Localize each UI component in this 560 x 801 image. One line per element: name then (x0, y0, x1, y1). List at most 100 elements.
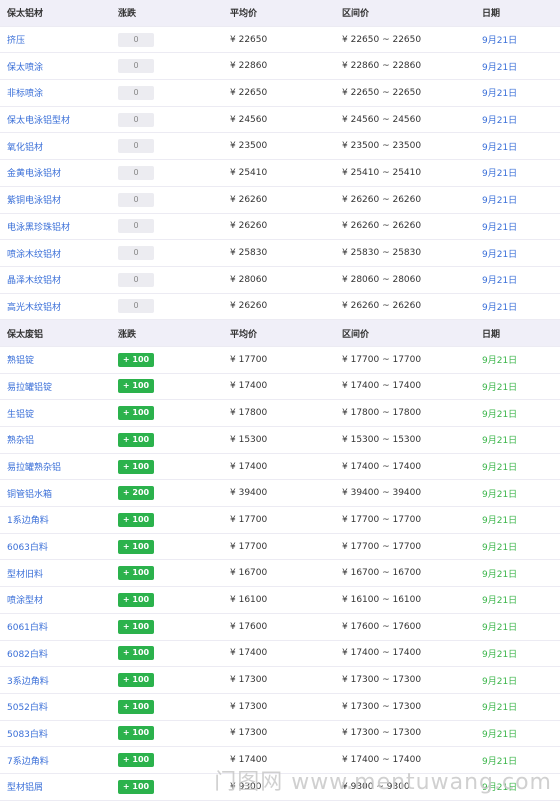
change-badge: 0 (118, 59, 154, 74)
cell-name: 5083白料 (0, 727, 118, 740)
date-link[interactable]: 9月21日 (482, 700, 560, 713)
date-link[interactable]: 9月21日 (482, 567, 560, 580)
header-range: 区间价 (342, 9, 370, 20)
date-link[interactable]: 9月21日 (482, 353, 560, 366)
item-name-link[interactable]: 挤压 (7, 36, 25, 46)
cell-change: + 100 (118, 592, 230, 607)
table-row: 保太喷涂 0 ¥ 22860 ¥ 22860 ~ 22860 9月21日 (0, 53, 560, 81)
table-row: 易拉罐熟杂铝 + 100 ¥ 17400 ¥ 17400 ~ 17400 9月21日 (0, 454, 560, 481)
date-link[interactable]: 9月21日 (482, 33, 560, 46)
item-name-link[interactable]: 喷涂型材 (7, 596, 43, 606)
item-name-link[interactable]: 型材铝屑 (7, 783, 43, 793)
item-name-link[interactable]: 金黄电泳铝材 (7, 169, 61, 179)
table-row: 挤压 0 ¥ 22650 ¥ 22650 ~ 22650 9月21日 (0, 27, 560, 54)
cell-name: 高光木纹铝材 (0, 300, 118, 313)
item-name-link[interactable]: 喷涂木纹铝材 (7, 250, 61, 260)
cell-name: 氧化铝材 (0, 140, 118, 153)
header-change: 涨跌 (118, 9, 137, 20)
range-price: ¥ 28060 ~ 28060 (342, 274, 422, 285)
cell-name: 保太电泳铝型材 (0, 113, 118, 126)
date-link[interactable]: 9月21日 (482, 247, 560, 260)
item-name-link[interactable]: 晶泽木纹铝材 (7, 276, 61, 286)
date-link[interactable]: 9月21日 (482, 407, 560, 420)
date-link[interactable]: 9月21日 (482, 380, 560, 393)
cell-name: 型材铝屑 (0, 780, 118, 793)
range-price: ¥ 17600 ~ 17600 (342, 621, 422, 632)
date-link[interactable]: 9月21日 (482, 166, 560, 179)
table-row: 生铝锭 + 100 ¥ 17800 ¥ 17800 ~ 17800 9月21日 (0, 400, 560, 427)
date-link[interactable]: 9月21日 (482, 140, 560, 153)
item-name-link[interactable]: 保太电泳铝型材 (7, 116, 70, 126)
item-name-link[interactable]: 5052白料 (7, 703, 48, 713)
item-name-link[interactable]: 6082白料 (7, 650, 48, 660)
date-link[interactable]: 9月21日 (482, 540, 560, 553)
date-link[interactable]: 9月21日 (482, 620, 560, 633)
table-row: 铜管铝水箱 + 200 ¥ 39400 ¥ 39400 ~ 39400 9月21日 (0, 480, 560, 508)
avg-price: ¥ 25830 (230, 248, 268, 259)
cell-change: + 100 (118, 619, 230, 634)
date-link[interactable]: 9月21日 (482, 674, 560, 687)
item-name-link[interactable]: 型材旧料 (7, 570, 43, 580)
cell-change: 0 (118, 165, 230, 180)
item-name-link[interactable]: 1系边角料 (7, 516, 49, 526)
table-row: 熟铝锭 + 100 ¥ 17700 ¥ 17700 ~ 17700 9月21日 (0, 347, 560, 374)
item-name-link[interactable]: 电泳黑珍珠铝材 (7, 223, 70, 233)
item-name-link[interactable]: 紫铜电泳铝材 (7, 196, 61, 206)
range-price: ¥ 22650 ~ 22650 (342, 34, 422, 45)
date-link[interactable]: 9月21日 (482, 273, 560, 286)
cell-change: 0 (118, 59, 230, 74)
range-price: ¥ 16700 ~ 16700 (342, 568, 422, 579)
date-link[interactable]: 9月21日 (482, 220, 560, 233)
item-name-link[interactable]: 7系边角料 (7, 757, 49, 767)
cell-change: + 100 (118, 406, 230, 421)
header-name: 保太铝材 (7, 9, 44, 20)
item-name-link[interactable]: 易拉罐铝锭 (7, 383, 52, 393)
item-name-link[interactable]: 高光木纹铝材 (7, 303, 61, 313)
cell-name: 6082白料 (0, 647, 118, 660)
avg-price: ¥ 17300 (230, 675, 268, 686)
cell-change: 0 (118, 32, 230, 47)
item-name-link[interactable]: 6063白料 (7, 543, 48, 553)
change-badge: + 100 (118, 512, 154, 527)
date-link[interactable]: 9月21日 (482, 513, 560, 526)
item-name-link[interactable]: 保太喷涂 (7, 63, 43, 73)
range-price: ¥ 24560 ~ 24560 (342, 114, 422, 125)
avg-price: ¥ 23500 (230, 141, 268, 152)
change-badge: 0 (118, 165, 154, 180)
table-row: 紫铜电泳铝材 0 ¥ 26260 ¥ 26260 ~ 26260 9月21日 (0, 187, 560, 214)
item-name-link[interactable]: 5083白料 (7, 730, 48, 740)
cell-change: + 100 (118, 352, 230, 367)
item-name-link[interactable]: 熟杂铝 (7, 436, 34, 446)
date-link[interactable]: 9月21日 (482, 593, 560, 606)
cell-change: + 100 (118, 646, 230, 661)
item-name-link[interactable]: 熟铝锭 (7, 356, 34, 366)
date-link[interactable]: 9月21日 (482, 487, 560, 500)
date-link[interactable]: 9月21日 (482, 647, 560, 660)
item-name-link[interactable]: 3系边角料 (7, 677, 49, 687)
date-link[interactable]: 9月21日 (482, 86, 560, 99)
date-link[interactable]: 9月21日 (482, 60, 560, 73)
item-name-link[interactable]: 氧化铝材 (7, 143, 43, 153)
date-link[interactable]: 9月21日 (482, 113, 560, 126)
change-badge: + 100 (118, 699, 154, 714)
date-link[interactable]: 9月21日 (482, 727, 560, 740)
table-row: 电泳黑珍珠铝材 0 ¥ 26260 ¥ 26260 ~ 26260 9月21日 (0, 214, 560, 241)
item-name-link[interactable]: 6061白料 (7, 623, 48, 633)
cell-name: 铜管铝水箱 (0, 487, 118, 500)
item-name-link[interactable]: 易拉罐熟杂铝 (7, 463, 61, 473)
table-header: 保太废铝 涨跌 平均价 区间价 日期 (0, 320, 560, 347)
date-link[interactable]: 9月21日 (482, 460, 560, 473)
change-badge: + 100 (118, 566, 154, 581)
item-name-link[interactable]: 铜管铝水箱 (7, 490, 52, 500)
cell-change: 0 (118, 246, 230, 261)
cell-name: 喷涂木纹铝材 (0, 247, 118, 260)
item-name-link[interactable]: 生铝锭 (7, 410, 34, 420)
date-link[interactable]: 9月21日 (482, 300, 560, 313)
range-price: ¥ 17400 ~ 17400 (342, 461, 422, 472)
date-link[interactable]: 9月21日 (482, 193, 560, 206)
cell-change: 0 (118, 139, 230, 154)
date-link[interactable]: 9月21日 (482, 433, 560, 446)
cell-name: 熟杂铝 (0, 433, 118, 446)
change-badge: 0 (118, 112, 154, 127)
item-name-link[interactable]: 非标喷涂 (7, 89, 43, 99)
